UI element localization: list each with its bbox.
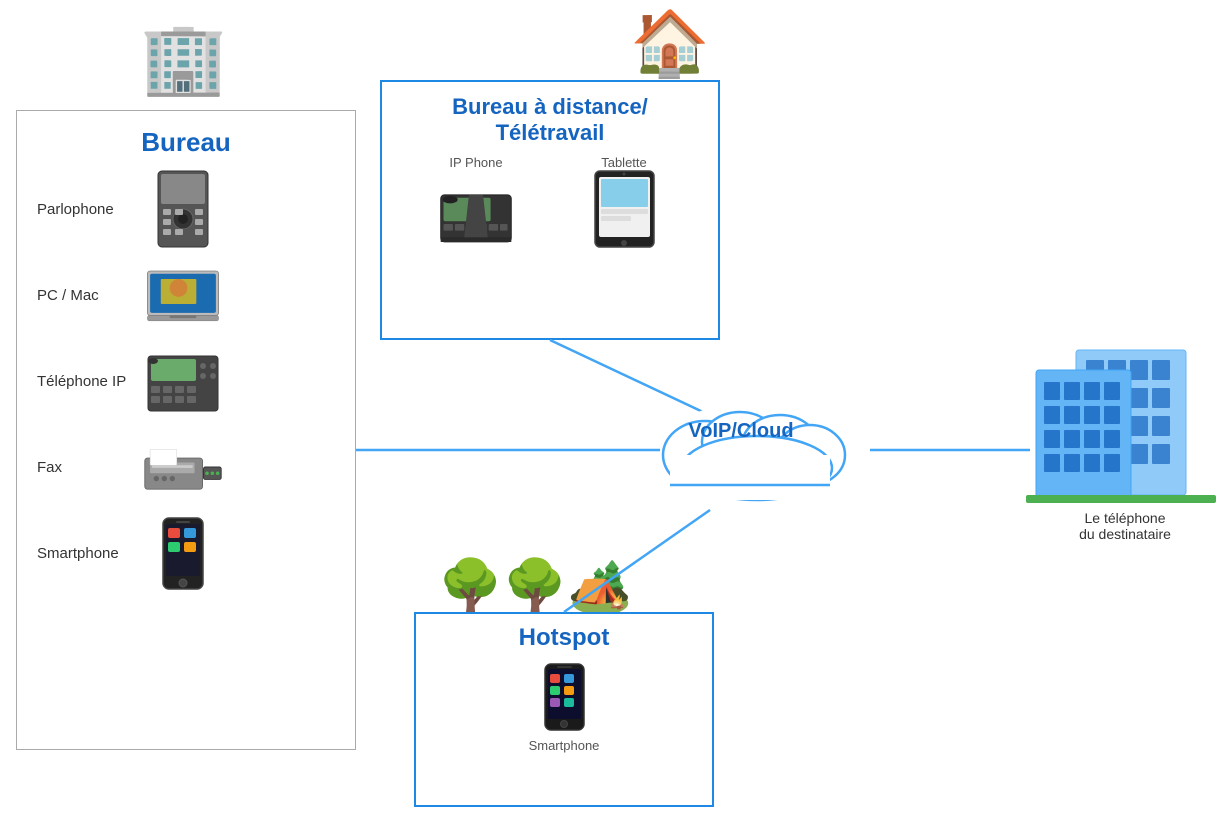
hotspot-smartphone-label: Smartphone — [529, 738, 600, 753]
remote-items: IP Phone — [382, 147, 718, 252]
pc-icon — [143, 260, 223, 330]
list-item: Parlophone — [17, 166, 355, 252]
voip-label: VoIP/Cloud — [648, 420, 834, 443]
telip-icon — [143, 346, 223, 416]
hotspot-smartphone-icon — [524, 662, 604, 732]
list-item: Fax — [17, 424, 355, 510]
parlophone-label: Parlophone — [37, 201, 127, 218]
tablette-icon — [584, 174, 664, 244]
hotspot-title: Hotspot — [416, 614, 712, 652]
pc-label: PC / Mac — [37, 287, 127, 304]
telip-label: Téléphone IP — [37, 373, 127, 390]
list-item: Téléphone IP — [17, 338, 355, 424]
smartphone-label: Smartphone — [37, 545, 127, 562]
dest-building-icon — [1026, 330, 1216, 505]
destination-building — [1026, 330, 1216, 505]
list-item: PC / Mac — [17, 252, 355, 338]
fax-label: Fax — [37, 459, 127, 476]
smartphone-bureau-icon — [143, 518, 223, 588]
parlophone-icon — [143, 174, 223, 244]
fax-icon — [143, 432, 223, 502]
office-building-icon: 🏢 — [140, 18, 227, 100]
remote-office-box: Bureau à distance/ Télétravail IP Phone — [380, 80, 720, 340]
hotspot-box: Hotspot Smartphone — [414, 612, 714, 807]
destination-label: Le téléphone du destinataire — [1040, 510, 1210, 542]
trees-icon: 🌳🌳🏕️ — [438, 556, 632, 617]
hotspot-item-smartphone: Smartphone — [524, 662, 604, 753]
hotspot-items: Smartphone — [416, 652, 712, 763]
remote-item-ipphone: IP Phone — [436, 155, 516, 244]
bureau-title: Bureau — [17, 111, 355, 166]
list-item: Smartphone — [17, 510, 355, 596]
house-icon: 🏠 — [630, 6, 710, 81]
remote-title: Bureau à distance/ Télétravail — [382, 82, 718, 147]
ipphone-label: IP Phone — [449, 155, 502, 170]
remote-item-tablette: Tablette — [584, 155, 664, 244]
tablette-label: Tablette — [601, 155, 647, 170]
ipphone-icon — [436, 174, 516, 244]
bureau-box: Bureau Parlophone PC / Mac — [16, 110, 356, 750]
